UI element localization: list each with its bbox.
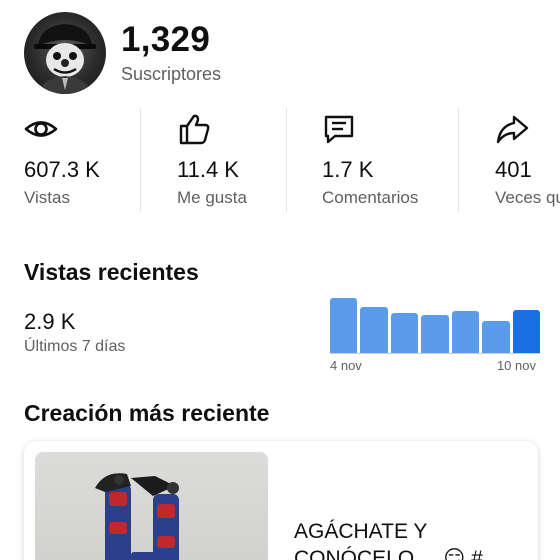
divider bbox=[458, 108, 459, 212]
stat-value: 11.4 K bbox=[177, 157, 239, 182]
stats-row: 607.3 K Vistas 11.4 K Me gusta 1.7 K Com… bbox=[0, 108, 560, 212]
stat-label: Veces qu bbox=[495, 188, 560, 207]
subscriber-count: 1,329 bbox=[121, 20, 211, 59]
video-title[interactable]: AGÁCHATE Y CONÓCELO ... 😏 # bbox=[294, 518, 524, 560]
chart-bar bbox=[512, 309, 540, 353]
recent-views-value: 2.9 K bbox=[24, 309, 76, 334]
divider bbox=[140, 108, 141, 212]
latest-creation-title: Creación más reciente bbox=[24, 400, 270, 426]
chart-bar bbox=[330, 298, 358, 353]
stat-label: Vistas bbox=[24, 188, 70, 207]
chart-bar bbox=[360, 307, 388, 353]
channel-avatar[interactable] bbox=[24, 12, 106, 94]
recent-views-chart[interactable]: 4 nov 10 nov bbox=[330, 296, 540, 376]
stat-value: 1.7 K bbox=[322, 157, 374, 182]
share-icon bbox=[496, 115, 529, 144]
chart-bar bbox=[390, 313, 419, 353]
stat-value: 607.3 K bbox=[24, 157, 100, 182]
chart-bar bbox=[451, 310, 480, 353]
divider bbox=[286, 108, 287, 212]
chart-bar bbox=[482, 321, 510, 353]
x-tick-label: 10 nov bbox=[496, 358, 536, 373]
chart-bar bbox=[421, 315, 449, 353]
stat-value: 401 bbox=[495, 157, 532, 182]
video-title-line: AGÁCHATE Y bbox=[294, 520, 428, 543]
chart-bars bbox=[330, 296, 540, 353]
eye-icon bbox=[24, 121, 58, 137]
subscriber-label: Suscriptores bbox=[121, 64, 222, 84]
comment-icon bbox=[324, 115, 354, 144]
x-tick-label: 4 nov bbox=[330, 358, 362, 373]
video-thumbnail[interactable] bbox=[35, 452, 268, 560]
stat-label: Me gusta bbox=[177, 188, 247, 207]
video-title-line: CONÓCELO ... 😏 # bbox=[294, 547, 483, 560]
channel-header: 1,329 Suscriptores bbox=[24, 12, 544, 94]
chart-baseline bbox=[330, 353, 540, 354]
recent-views-period: Últimos 7 días bbox=[24, 338, 126, 355]
recent-views-title: Vistas recientes bbox=[24, 259, 199, 285]
stat-label: Comentarios bbox=[322, 188, 419, 207]
thumbs-up-icon bbox=[179, 114, 210, 145]
latest-video-card[interactable]: AGÁCHATE Y CONÓCELO ... 😏 # bbox=[24, 441, 538, 560]
